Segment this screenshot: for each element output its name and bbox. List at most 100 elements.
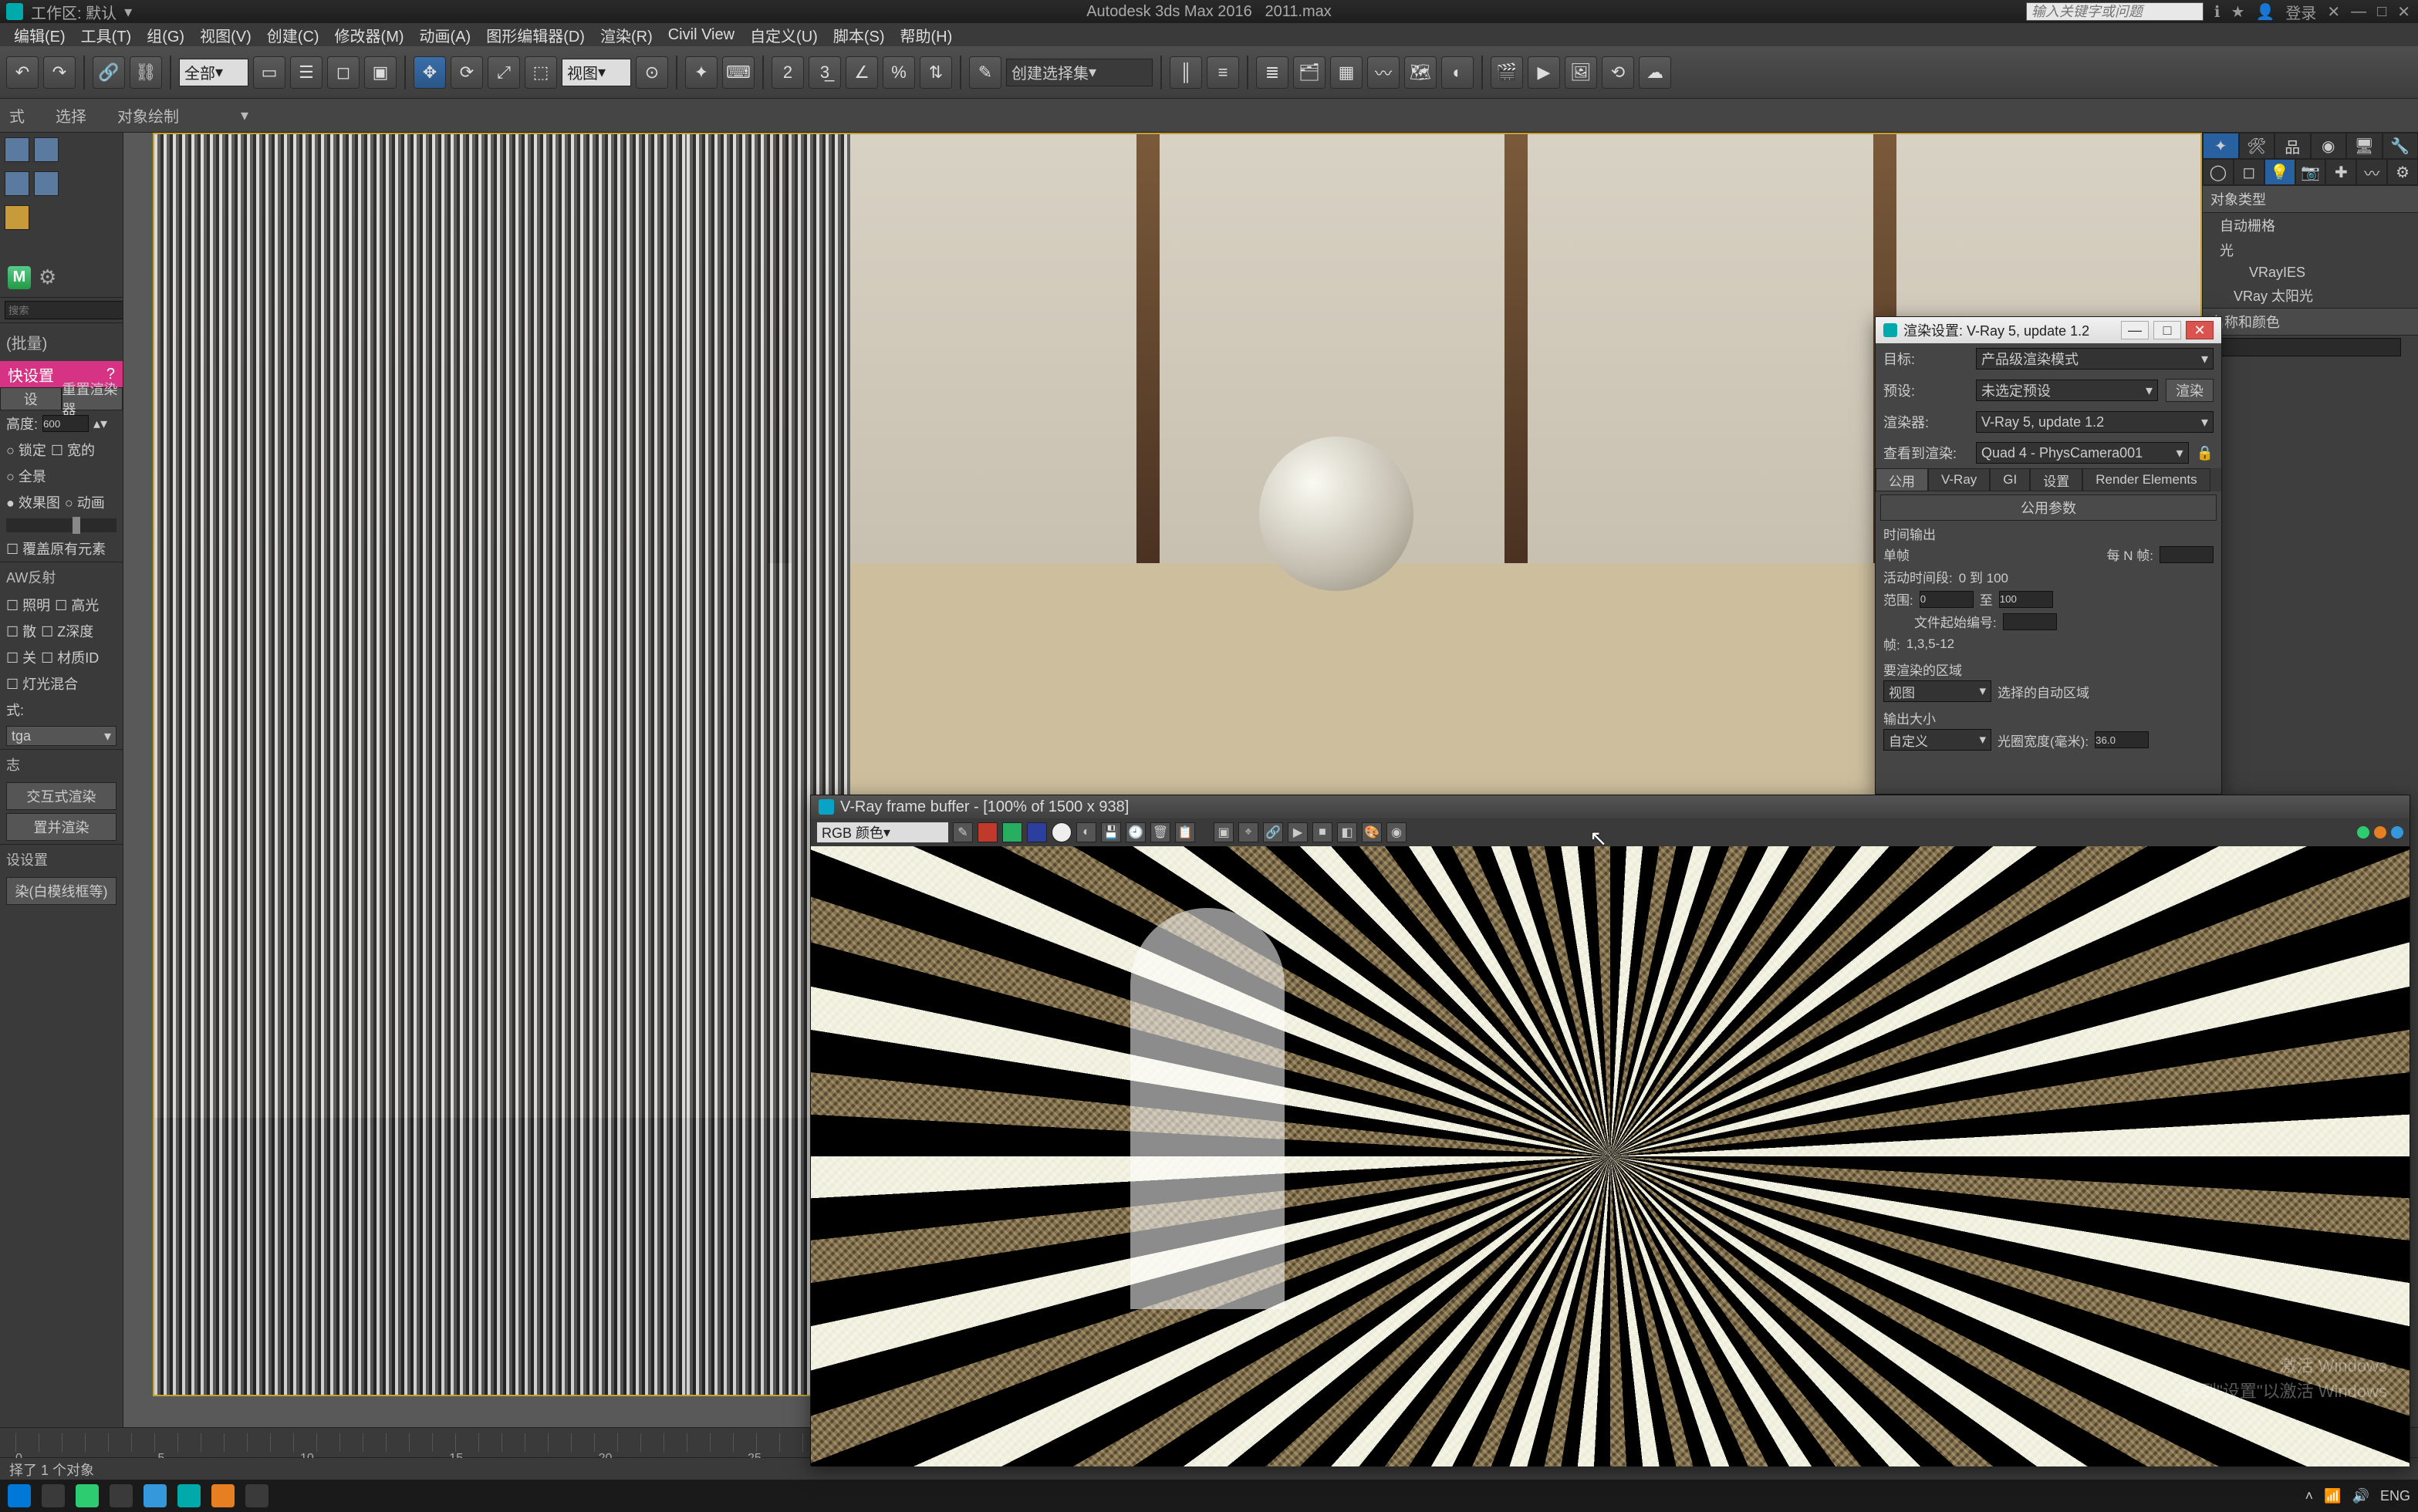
scale-button[interactable]: ⤢	[488, 56, 520, 89]
cmd-sub-shapes[interactable]: ◻	[2234, 159, 2264, 185]
quality-slider[interactable]	[6, 518, 117, 532]
bake-button[interactable]: 染(白模线框等)	[6, 877, 117, 905]
placement-button[interactable]: ⬚	[525, 56, 557, 89]
vfb-save-button[interactable]: 💾	[1101, 822, 1121, 842]
lightoff-check[interactable]: 关	[6, 647, 36, 667]
lock-radio[interactable]: 锁定	[6, 440, 46, 460]
cmd-sub-lights[interactable]: 💡	[2264, 159, 2295, 185]
unlink-button[interactable]: ⛓	[130, 56, 162, 89]
tray-network-icon[interactable]: 📶	[2324, 1488, 2341, 1504]
left-search-input[interactable]	[5, 301, 123, 319]
menu-render[interactable]: 渲染(R)	[594, 22, 659, 48]
ribbon-c[interactable]: 对象绘制	[117, 104, 179, 127]
tab-set[interactable]: 设	[0, 387, 62, 410]
pivot-button[interactable]: ⊙	[636, 56, 668, 89]
fximg-radio[interactable]: 效果图	[6, 492, 60, 512]
render-cloud-button[interactable]: ☁	[1639, 56, 1671, 89]
target-combo[interactable]: 产品级渲染模式▾	[1976, 348, 2214, 370]
menu-tools[interactable]: 工具(T)	[75, 22, 138, 48]
angle-snap-button[interactable]: ∠	[846, 56, 878, 89]
single-frame-radio[interactable]: 单帧	[1883, 545, 1910, 564]
dialog-minimize-button[interactable]: —	[2121, 321, 2149, 339]
user-icon[interactable]: 👤	[2255, 2, 2274, 22]
select-rect-button[interactable]: ◻	[327, 56, 360, 89]
redo-button[interactable]: ↷	[43, 56, 76, 89]
vfb-link-button[interactable]: 🔗	[1263, 822, 1283, 842]
render-frame-button[interactable]: ▶	[1528, 56, 1560, 89]
login-label[interactable]: 登录	[2285, 1, 2316, 23]
auto-area-check[interactable]: 选择的自动区域	[1998, 682, 2089, 701]
view-combo[interactable]: Quad 4 - PhysCamera001▾	[1976, 442, 2189, 464]
frames-radio[interactable]: 帧:	[1883, 634, 1900, 653]
vfb-region-button[interactable]: ▣	[1214, 822, 1234, 842]
tab-settings[interactable]: 设置	[2030, 468, 2082, 491]
cmd-tab-motion[interactable]: ◉	[2311, 133, 2347, 159]
render-setup-button[interactable]: 🎬	[1491, 56, 1523, 89]
vfb-copy-button[interactable]: 📋	[1175, 822, 1195, 842]
select-button[interactable]: ▭	[253, 56, 285, 89]
menu-group[interactable]: 组(G)	[140, 22, 191, 48]
tab-gi[interactable]: GI	[1990, 468, 2030, 491]
light-blend-check[interactable]: 灯光混合	[6, 673, 78, 694]
start-button[interactable]	[8, 1484, 31, 1507]
percent-snap-button[interactable]: %	[883, 56, 915, 89]
left-tool-3[interactable]	[5, 171, 29, 196]
anim-radio[interactable]: 动画	[65, 492, 105, 512]
schematic-button[interactable]: 🗺	[1404, 56, 1437, 89]
named-set-edit-button[interactable]: ✎	[969, 56, 1001, 89]
cmd-tab-hierarchy[interactable]: 品	[2274, 133, 2311, 159]
tray-lang[interactable]: ENG	[2380, 1488, 2410, 1504]
range-from-input[interactable]	[1920, 591, 1974, 608]
material-editor-button[interactable]: ◐	[1441, 56, 1474, 89]
file-start-input[interactable]	[2003, 613, 2057, 630]
cmd-sub-helpers[interactable]: ✚	[2325, 159, 2356, 185]
cmd-tab-display[interactable]: 🖥	[2346, 133, 2383, 159]
infocenter-icon[interactable]: ℹ	[2214, 2, 2220, 22]
full-radio[interactable]: 全景	[6, 466, 46, 486]
object-name-input[interactable]	[2220, 338, 2401, 356]
scatter-check[interactable]: 散	[6, 621, 36, 641]
select-manipulate-button[interactable]: ✦	[685, 56, 718, 89]
snap2d-button[interactable]: 2	[772, 56, 804, 89]
render-iterate-button[interactable]: ⟲	[1602, 56, 1634, 89]
renderer-combo[interactable]: V-Ray 5, update 1.2▾	[1976, 411, 2214, 433]
menu-graph[interactable]: 图形编辑器(D)	[480, 22, 591, 48]
active-range-radio[interactable]: 活动时间段:	[1883, 567, 1953, 586]
vfb-render-canvas[interactable]	[811, 846, 2410, 1466]
task-icon[interactable]	[211, 1484, 235, 1507]
left-tool-5[interactable]	[5, 205, 29, 230]
exchange-icon[interactable]: ✕	[2327, 2, 2340, 22]
tab-render-elements[interactable]: Render Elements	[2082, 468, 2210, 491]
vfb-cc-button[interactable]: 🎨	[1362, 822, 1382, 842]
interactive-render-button[interactable]: 交互式渲染	[6, 782, 117, 810]
cmd-tab-modify[interactable]: 🛠	[2239, 133, 2275, 159]
vfb-clear-button[interactable]: 🗑	[1150, 822, 1170, 842]
layer-button[interactable]: ≣	[1256, 56, 1288, 89]
name-color-rollout[interactable]: 名称和颜色	[2203, 308, 2418, 336]
vrayies-button[interactable]: VRayIES	[2203, 262, 2418, 283]
snap3d-button[interactable]: 3̲	[809, 56, 841, 89]
gear-icon[interactable]: ⚙	[39, 265, 56, 289]
vray-frame-buffer[interactable]: V-Ray frame buffer - [100% of 1500 x 938…	[810, 795, 2410, 1466]
vfb-green-channel-button[interactable]	[1002, 822, 1022, 842]
ribbon-b[interactable]: 选择	[56, 104, 86, 127]
menu-modifier[interactable]: 修改器(M)	[329, 22, 410, 48]
menu-animation[interactable]: 动画(A)	[414, 22, 478, 48]
scene-explorer-button[interactable]: 🗂	[1293, 56, 1326, 89]
vfb-mono-button[interactable]: ◐	[1076, 822, 1096, 842]
render-setup-dialog[interactable]: 渲染设置: V-Ray 5, update 1.2 — □ ✕ 目标: 产品级渲…	[1875, 316, 2222, 795]
vfb-titlebar[interactable]: V-Ray frame buffer - [100% of 1500 x 938…	[811, 795, 2410, 818]
render-button[interactable]: 渲染	[2166, 379, 2214, 402]
menu-edit[interactable]: 编辑(E)	[8, 22, 72, 48]
menu-civil[interactable]: Civil View	[662, 25, 741, 46]
vfb-history-button[interactable]: 🕘	[1126, 822, 1146, 842]
move-button[interactable]: ✥	[414, 56, 446, 89]
preset-combo[interactable]: 未选定预设▾	[1976, 380, 2158, 401]
menu-view[interactable]: 视图(V)	[194, 22, 258, 48]
vfb-track-button[interactable]: ⌖	[1238, 822, 1258, 842]
selection-filter[interactable]: 全部 ▾	[179, 59, 248, 86]
keyboard-shortcut-button[interactable]: ⌨	[722, 56, 755, 89]
vfb-alpha-channel-button[interactable]	[1052, 822, 1072, 842]
ribbon-toggle-button[interactable]: ▦	[1330, 56, 1363, 89]
lock-view-icon[interactable]: 🔒	[2197, 445, 2214, 461]
